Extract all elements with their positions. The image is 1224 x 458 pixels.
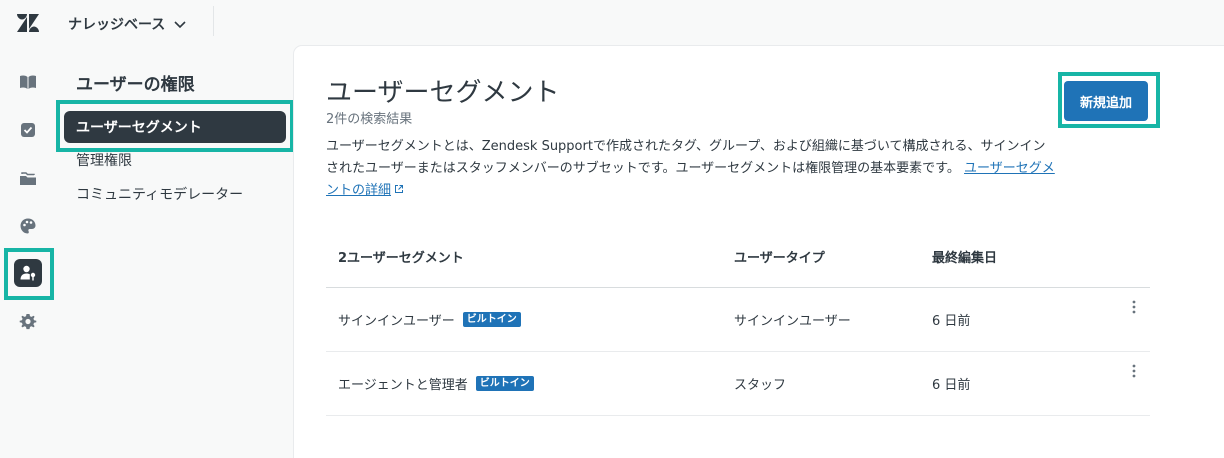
cell-user-type: サインインユーザー: [734, 314, 851, 329]
external-link-icon: [395, 185, 404, 193]
checkbox-icon: [21, 123, 35, 137]
result-count: 2件の検索結果: [326, 112, 413, 127]
segment-name[interactable]: エージェントと管理者: [338, 374, 468, 393]
page-title: ユーザーセグメント: [326, 78, 560, 108]
subnav-title: ユーザーの権限: [76, 75, 195, 95]
cell-user-type: スタッフ: [734, 378, 787, 393]
zendesk-logo-icon[interactable]: [16, 12, 40, 34]
rail-arrange-content[interactable]: [14, 164, 42, 192]
rail-review[interactable]: [14, 116, 42, 144]
highlight-add-button: [1058, 72, 1160, 128]
highlight-subnav-user-segments: [56, 100, 294, 152]
row-menu-button[interactable]: [1122, 352, 1146, 415]
chevron-down-icon: [174, 21, 186, 29]
cell-segment-name[interactable]: サインインユーザー ビルトイン: [338, 288, 521, 351]
cell-segment-name[interactable]: エージェントと管理者 ビルトイン: [338, 352, 534, 415]
header-last-edited[interactable]: 最終編集日: [932, 226, 997, 287]
header-segment[interactable]: 2ユーザーセグメント: [338, 226, 464, 287]
rail-settings[interactable]: [14, 308, 42, 336]
cell-last-edited: 6 日前: [932, 378, 971, 393]
book-icon: [20, 75, 36, 89]
description-text: ユーザーセグメントとは、Zendesk Supportで作成されたタグ、グループ…: [326, 139, 1046, 176]
segment-name[interactable]: サインインユーザー: [338, 310, 455, 329]
page-description: ユーザーセグメントとは、Zendesk Supportで作成されたタグ、グループ…: [326, 136, 1056, 202]
folder-icon: [20, 172, 36, 185]
table-row[interactable]: エージェントと管理者 ビルトイン スタッフ 6 日前: [326, 352, 1150, 416]
kebab-menu-icon: [1132, 300, 1136, 314]
top-bar: ナレッジベース: [0, 0, 1224, 46]
highlight-rail-user-permissions: [4, 248, 54, 300]
table-row[interactable]: サインインユーザー ビルトイン サインインユーザー 6 日前: [326, 288, 1150, 352]
topbar-divider: [213, 6, 214, 36]
rail-knowledge-base[interactable]: [14, 68, 42, 96]
row-menu-button[interactable]: [1122, 288, 1146, 351]
kebab-menu-icon: [1132, 364, 1136, 378]
cell-last-edited: 6 日前: [932, 314, 971, 329]
segments-table: 2ユーザーセグメント ユーザータイプ 最終編集日 サインインユーザー ビルトイン…: [326, 226, 1150, 416]
gear-icon: [19, 314, 37, 330]
builtin-badge: ビルトイン: [475, 376, 534, 391]
product-switcher[interactable]: ナレッジベース: [68, 14, 187, 34]
rail-customize-design[interactable]: [14, 212, 42, 240]
header-user-type[interactable]: ユーザータイプ: [734, 226, 825, 287]
subnav-item-management-permissions[interactable]: 管理権限: [76, 150, 132, 170]
subnav-item-community-moderators[interactable]: コミュニティモデレーター: [76, 184, 243, 204]
builtin-badge: ビルトイン: [462, 312, 521, 327]
palette-icon: [20, 218, 36, 234]
table-header: 2ユーザーセグメント ユーザータイプ 最終編集日: [326, 226, 1150, 288]
product-name: ナレッジベース: [68, 17, 166, 33]
